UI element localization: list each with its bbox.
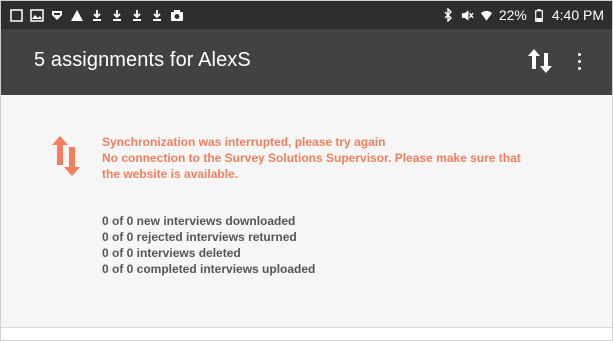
status-left-icons xyxy=(9,8,184,23)
download-icon xyxy=(89,8,104,23)
error-detail-line1: No connection to the Survey Solutions Su… xyxy=(102,151,521,165)
sync-status-panel: Synchronization was interrupted, please … xyxy=(1,95,612,327)
stat-uploaded: 0 of 0 completed interviews uploaded xyxy=(102,262,316,276)
more-vert-dot xyxy=(577,66,581,70)
bluetooth-icon xyxy=(442,8,455,23)
wifi-icon xyxy=(480,8,493,23)
clock-time: 4:40 PM xyxy=(551,7,604,23)
bottom-area xyxy=(1,328,612,340)
error-detail-line2: the website is available. xyxy=(102,167,239,181)
camera-icon xyxy=(169,8,184,23)
battery-icon xyxy=(533,8,546,23)
badge-icon xyxy=(49,8,64,23)
app-bar: 5 assignments for AlexS xyxy=(1,29,612,95)
download-icon xyxy=(109,8,124,23)
download-icon xyxy=(149,8,164,23)
sync-stats-list: 0 of 0 new interviews downloaded 0 of 0 … xyxy=(102,213,315,277)
stat-rejected-returned: 0 of 0 rejected interviews returned xyxy=(102,230,297,244)
stat-downloaded: 0 of 0 new interviews downloaded xyxy=(102,214,296,228)
error-title: Synchronization was interrupted, please … xyxy=(102,135,386,149)
sync-button[interactable] xyxy=(525,45,555,77)
more-vert-dot xyxy=(577,59,581,63)
sync-error-arrows-icon xyxy=(49,133,83,179)
status-bar: 22% 4:40 PM xyxy=(1,1,612,29)
more-options-button[interactable] xyxy=(571,47,587,75)
app-frame: 22% 4:40 PM 5 assignments for AlexS Sync… xyxy=(0,0,613,341)
stat-deleted: 0 of 0 interviews deleted xyxy=(102,246,241,260)
notification-square-icon xyxy=(9,8,24,23)
page-title: 5 assignments for AlexS xyxy=(34,49,251,71)
more-vert-icon xyxy=(577,52,581,56)
warning-icon xyxy=(69,8,84,23)
download-icon xyxy=(129,8,144,23)
battery-percent: 22% xyxy=(498,7,527,23)
sync-error-message: Synchronization was interrupted, please … xyxy=(102,134,592,182)
gallery-icon xyxy=(29,8,44,23)
mute-icon xyxy=(461,8,474,23)
status-right-area: 22% 4:40 PM xyxy=(442,7,604,23)
sync-arrows-icon xyxy=(525,49,555,81)
